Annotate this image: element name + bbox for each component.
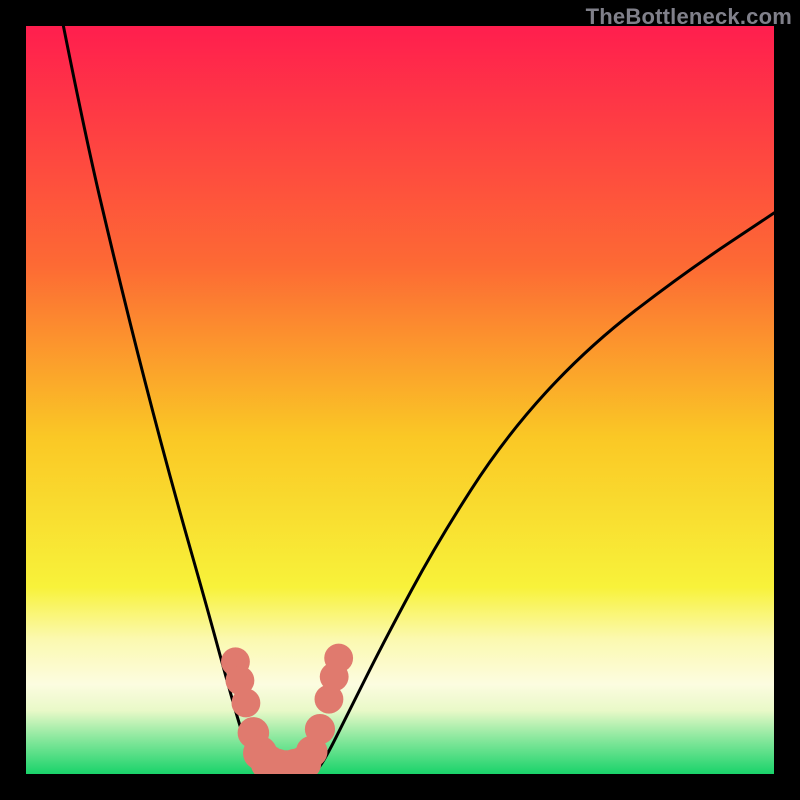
watermark-label: TheBottleneck.com [586,4,792,30]
marker-dot [324,644,353,673]
marker-dot [231,689,260,718]
bottleneck-chart [26,26,774,774]
gradient-background [26,26,774,774]
marker-dot [305,714,335,744]
chart-frame [26,26,774,774]
